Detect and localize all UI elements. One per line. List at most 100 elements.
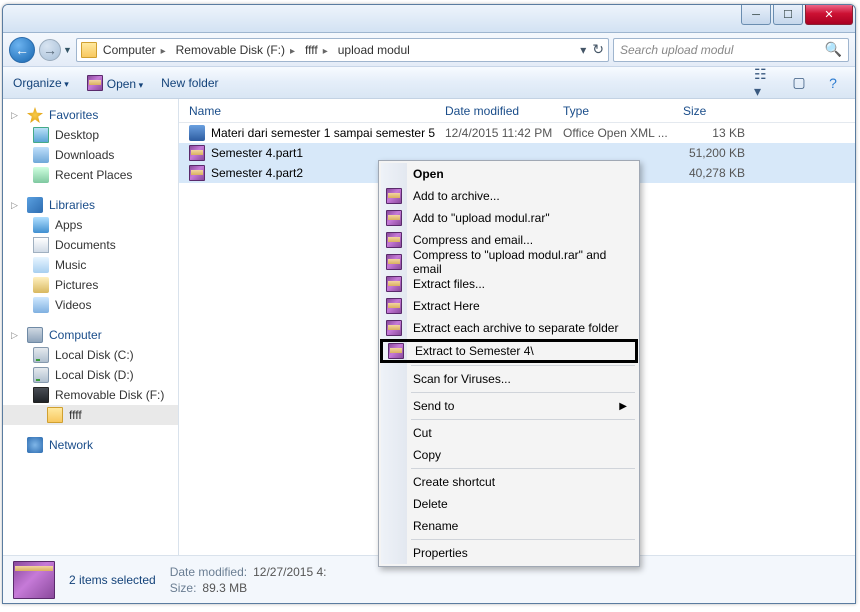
ctx-delete[interactable]: Delete [381,493,637,515]
column-headers[interactable]: Name Date modified Type Size [179,99,855,123]
ctx-add-named[interactable]: Add to "upload modul.rar" [381,207,637,229]
ctx-cut[interactable]: Cut [381,422,637,444]
file-date: 12/4/2015 11:42 PM [445,126,563,140]
downloads-icon [33,147,49,163]
ctx-open[interactable]: Open [381,163,637,185]
drive-icon [33,367,49,383]
search-input[interactable]: Search upload modul 🔍 [613,38,849,62]
tree-network[interactable]: Network [3,435,178,455]
ctx-compress-named-email[interactable]: Compress to "upload modul.rar" and email [381,251,637,273]
crumb-upload-modul[interactable]: upload modul [334,42,414,58]
tree-videos[interactable]: Videos [3,295,178,315]
documents-icon [33,237,49,253]
file-size: 13 KB [683,126,745,140]
tree-desktop[interactable]: Desktop [3,125,178,145]
tree-apps[interactable]: Apps [3,215,178,235]
pictures-icon [33,277,49,293]
new-folder-button[interactable]: New folder [161,76,218,90]
col-size[interactable]: Size [683,104,763,118]
rar-icon [386,188,402,204]
computer-icon [27,327,43,343]
tree-recent-places[interactable]: Recent Places [3,165,178,185]
ctx-send-to[interactable]: Send to▶ [381,395,637,417]
col-name[interactable]: Name [189,104,445,118]
rar-icon [386,254,402,270]
tree-libraries[interactable]: ▷Libraries [3,195,178,215]
submenu-arrow-icon: ▶ [619,401,627,412]
libraries-icon [27,197,43,213]
crumb-computer[interactable]: Computer [99,42,170,58]
ctx-rename[interactable]: Rename [381,515,637,537]
rar-icon [87,75,103,91]
ctx-extract-each[interactable]: Extract each archive to separate folder [381,317,637,339]
recent-icon [33,167,49,183]
rar-icon [189,145,205,161]
tree-removable-f[interactable]: Removable Disk (F:) [3,385,178,405]
tree-pictures[interactable]: Pictures [3,275,178,295]
navigation-tree[interactable]: ▷Favorites Desktop Downloads Recent Plac… [3,99,179,555]
ctx-create-shortcut[interactable]: Create shortcut [381,471,637,493]
close-button[interactable]: ✕ [805,5,853,25]
col-type[interactable]: Type [563,104,683,118]
ctx-extract-to[interactable]: Extract to Semester 4\ [383,342,635,360]
forward-button[interactable]: → [39,39,61,61]
tree-favorites[interactable]: ▷Favorites [3,105,178,125]
desktop-icon [33,127,49,143]
ctx-add-archive[interactable]: Add to archive... [381,185,637,207]
minimize-button[interactable]: ─ [741,5,771,25]
rar-icon [386,210,402,226]
preview-pane-button[interactable]: ▢ [787,72,811,94]
back-button[interactable]: ← [9,37,35,63]
history-dropdown-icon[interactable]: ▼ [63,45,72,55]
ctx-scan-viruses[interactable]: Scan for Viruses... [381,368,637,390]
videos-icon [33,297,49,313]
help-button[interactable]: ? [821,72,845,94]
search-placeholder: Search upload modul [620,43,733,57]
rar-icon [386,320,402,336]
file-name: Materi dari semester 1 sampai semester 5 [211,126,435,140]
usb-drive-icon [33,387,49,403]
maximize-button[interactable]: ☐ [773,5,803,25]
word-icon [189,125,205,141]
folder-icon [81,42,97,58]
file-size: 51,200 KB [683,146,745,160]
tree-local-d[interactable]: Local Disk (D:) [3,365,178,385]
rar-icon [386,298,402,314]
file-size: 40,278 KB [683,166,745,180]
ctx-properties[interactable]: Properties [381,542,637,564]
col-date[interactable]: Date modified [445,104,563,118]
file-type: Office Open XML ... [563,126,683,140]
address-bar[interactable]: Computer Removable Disk (F:) ffff upload… [76,38,609,62]
rar-icon [386,276,402,292]
rar-icon [189,165,205,181]
tree-ffff[interactable]: ffff [3,405,178,425]
open-button[interactable]: Open [87,75,143,91]
file-row[interactable]: Materi dari semester 1 sampai semester 5… [179,123,855,143]
refresh-icon[interactable]: ↻ [592,41,604,58]
drive-icon [33,347,49,363]
folder-icon [47,407,63,423]
organize-button[interactable]: Organize [13,76,69,90]
rar-icon [386,232,402,248]
tree-music[interactable]: Music [3,255,178,275]
ctx-copy[interactable]: Copy [381,444,637,466]
tree-documents[interactable]: Documents [3,235,178,255]
rar-icon [388,343,404,359]
file-name: Semester 4.part2 [211,166,303,180]
view-options-button[interactable]: ☷ ▾ [753,72,777,94]
music-icon [33,257,49,273]
tree-downloads[interactable]: Downloads [3,145,178,165]
network-icon [27,437,43,453]
star-icon [27,107,43,123]
context-menu: Open Add to archive... Add to "upload mo… [378,160,640,567]
apps-icon [33,217,49,233]
ctx-extract-files[interactable]: Extract files... [381,273,637,295]
crumb-disk[interactable]: Removable Disk (F:) [172,42,299,58]
search-icon: 🔍 [825,41,842,58]
ctx-extract-here[interactable]: Extract Here [381,295,637,317]
tree-local-c[interactable]: Local Disk (C:) [3,345,178,365]
crumb-ffff[interactable]: ffff [301,42,332,58]
status-selected: 2 items selected [69,573,156,587]
address-dropdown-icon[interactable]: ▾ [580,43,586,57]
tree-computer[interactable]: ▷Computer [3,325,178,345]
